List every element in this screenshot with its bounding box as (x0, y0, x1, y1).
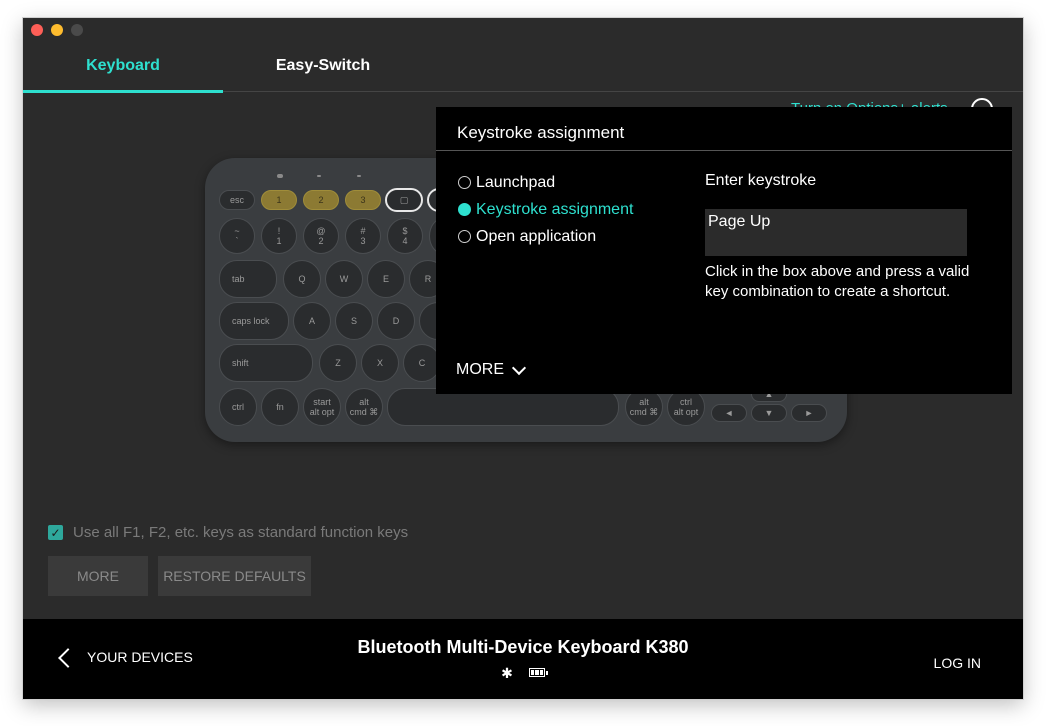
chevron-down-icon (511, 360, 527, 375)
bluetooth-icon: ✱ (501, 665, 513, 681)
key-easy-switch-3[interactable]: 3 (345, 190, 381, 210)
key-a[interactable]: A (293, 302, 331, 340)
checkmark-icon: ✓ (50, 525, 61, 540)
maximize-window-button[interactable] (71, 24, 83, 36)
status-led-icon (277, 174, 283, 178)
popup-title: Keystroke assignment (457, 123, 625, 142)
status-led-icon (357, 175, 361, 177)
option-launchpad[interactable]: Launchpad (458, 169, 633, 196)
function-keys-option: ✓ Use all F1, F2, etc. keys as standard … (48, 524, 408, 541)
more-button[interactable]: MORE (48, 556, 148, 596)
option-keystroke-assignment[interactable]: Keystroke assignment (458, 196, 633, 223)
key-arrow-right[interactable]: ► (791, 404, 827, 422)
window-controls (31, 24, 83, 36)
option-label: Launchpad (476, 173, 556, 191)
popup-divider (436, 150, 1012, 151)
popup-more-button[interactable]: MORE (456, 360, 527, 379)
option-label: Keystroke assignment (476, 200, 634, 218)
keystroke-help-text: Click in the box above and press a valid… (705, 263, 970, 300)
tab-keyboard[interactable]: Keyboard (23, 44, 223, 93)
tab-easy-switch[interactable]: Easy-Switch (223, 44, 423, 92)
log-in-button[interactable]: LOG IN (934, 655, 981, 671)
key-1[interactable]: ! 1 (261, 218, 297, 254)
key-2[interactable]: @2 (303, 218, 339, 254)
key-s[interactable]: S (335, 302, 373, 340)
device-status-icons: ✱ (23, 665, 1023, 682)
key-caps-lock[interactable]: caps lock (219, 302, 289, 340)
keystroke-assignment-popup: Keystroke assignment Launchpad Keystroke… (436, 107, 1012, 394)
option-label: Open application (476, 227, 597, 245)
radio-off-icon (458, 176, 471, 189)
tab-bar: Keyboard Easy-Switch (23, 44, 1023, 93)
close-window-button[interactable] (31, 24, 43, 36)
function-keys-checkbox[interactable]: ✓ (48, 525, 63, 540)
key-arrow-down[interactable]: ▼ (751, 404, 787, 422)
key-3[interactable]: #3 (345, 218, 381, 254)
action-options: Launchpad Keystroke assignment Open appl… (458, 169, 633, 250)
key-4[interactable]: $4 (387, 218, 423, 254)
settings-buttons: MORE RESTORE DEFAULTS (48, 556, 311, 596)
key-arrow-left[interactable]: ◄ (711, 404, 747, 422)
key-w[interactable]: W (325, 260, 363, 298)
key-x[interactable]: X (361, 344, 399, 382)
key-shift[interactable]: shift (219, 344, 313, 382)
device-name: Bluetooth Multi-Device Keyboard K380 (357, 637, 689, 657)
footer-bar: YOUR DEVICES Bluetooth Multi-Device Keyb… (23, 619, 1023, 699)
key-ctrl-left[interactable]: ctrl (219, 388, 257, 426)
minimize-window-button[interactable] (51, 24, 63, 36)
battery-icon (528, 668, 548, 677)
key-q[interactable]: Q (283, 260, 321, 298)
radio-on-icon (458, 203, 471, 216)
option-open-application[interactable]: Open application (458, 223, 633, 250)
key-z[interactable]: Z (319, 344, 357, 382)
popup-more-label: MORE (456, 361, 504, 378)
key-easy-switch-1[interactable]: 1 (261, 190, 297, 210)
key-alt-left[interactable]: alt cmd ⌘ (345, 388, 383, 426)
key-launchpad-highlighted[interactable]: ▢ (385, 188, 423, 212)
key-tab[interactable]: tab (219, 260, 277, 298)
key-easy-switch-2[interactable]: 2 (303, 190, 339, 210)
key-fn[interactable]: fn (261, 388, 299, 426)
key-tilde[interactable]: ~ ` (219, 218, 255, 254)
function-keys-label: Use all F1, F2, etc. keys as standard fu… (73, 524, 409, 541)
launchpad-icon: ▢ (399, 194, 409, 205)
key-d[interactable]: D (377, 302, 415, 340)
radio-off-icon (458, 230, 471, 243)
key-start[interactable]: start alt opt (303, 388, 341, 426)
status-led-icon (317, 175, 321, 177)
key-esc[interactable]: esc (219, 190, 255, 210)
key-e[interactable]: E (367, 260, 405, 298)
restore-defaults-button[interactable]: RESTORE DEFAULTS (158, 556, 311, 596)
enter-keystroke-label: Enter keystroke (705, 172, 817, 189)
keystroke-input[interactable]: Page Up (705, 209, 967, 256)
